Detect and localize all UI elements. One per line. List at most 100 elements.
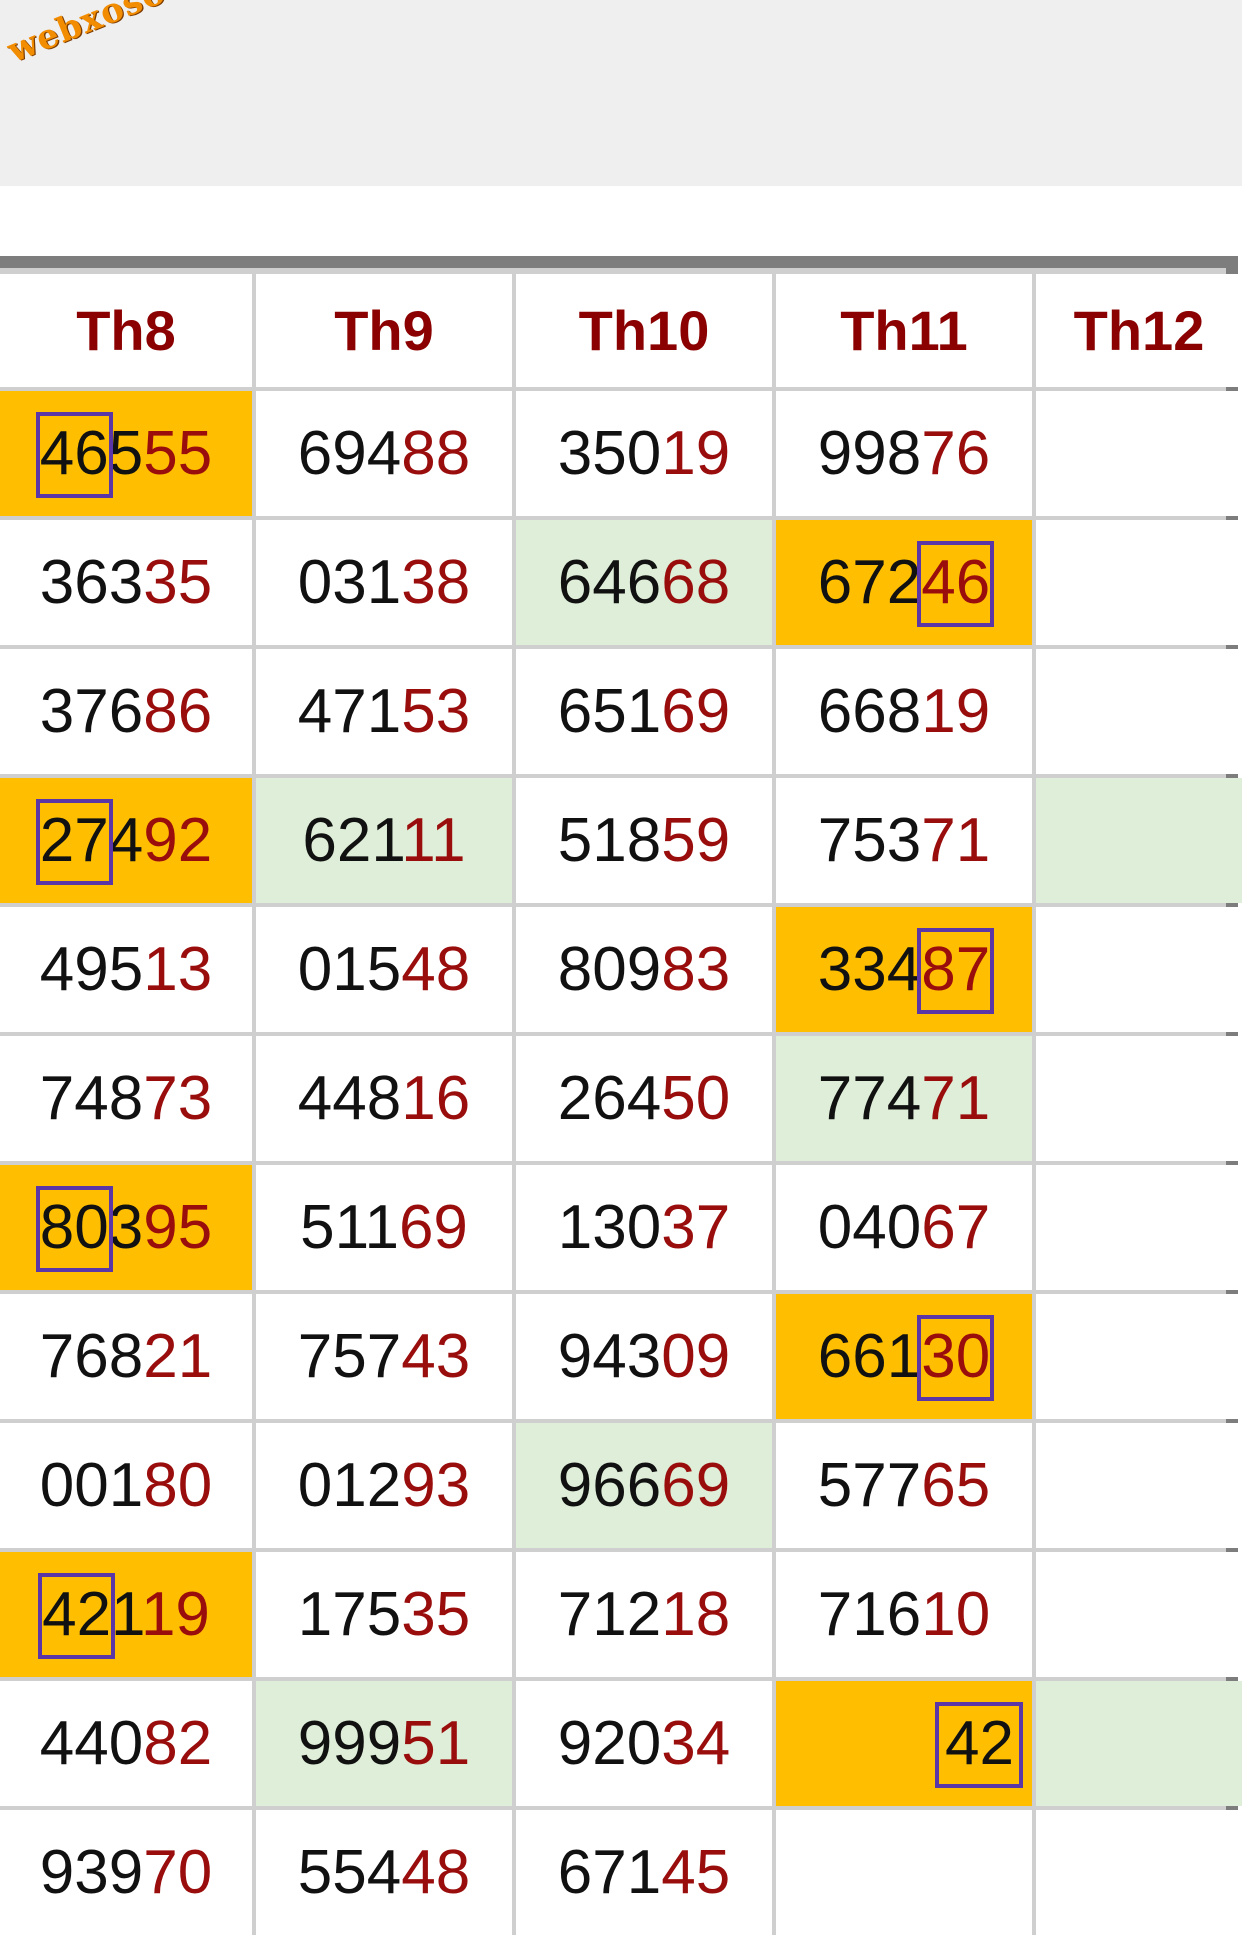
result-number: 80983 [558, 934, 730, 1005]
number-head: 966 [557, 1451, 662, 1520]
result-number: 51169 [300, 1192, 468, 1263]
number-head: 671 [557, 1838, 662, 1907]
highlight-box [917, 541, 995, 627]
top-banner: webxoso.net [0, 0, 1242, 186]
table-cell [1036, 1681, 1242, 1806]
result-number: 47153 [298, 676, 470, 747]
number-head: 943 [557, 1322, 662, 1391]
number-tail: 19 [140, 1580, 210, 1649]
highlight-box [38, 1573, 116, 1659]
number-tail: 69 [661, 677, 731, 746]
result-number: 36335 [40, 547, 212, 618]
result-number: 37686 [40, 676, 212, 747]
number-tail: 88 [401, 419, 471, 488]
number-tail: 95 [143, 1193, 213, 1262]
table-cell: 35019 [516, 391, 772, 516]
table-cell: 01293 [256, 1423, 512, 1548]
number-tail: 83 [661, 935, 731, 1004]
table-cell [1036, 1810, 1242, 1935]
number-head: 920 [557, 1709, 662, 1778]
result-number: 51859 [558, 805, 730, 876]
table-cell [1036, 1165, 1242, 1290]
table-cell: 51169 [256, 1165, 512, 1290]
table-cell: 51859 [516, 778, 772, 903]
result-number: 42119 [38, 1573, 210, 1659]
number-tail: 70 [143, 1838, 213, 1907]
table-cell: 49513 [0, 907, 252, 1032]
table-cell: 76821 [0, 1294, 252, 1419]
number-tail: 19 [921, 677, 991, 746]
table-cell: 75743 [256, 1294, 512, 1419]
number-tail: 51 [401, 1709, 471, 1778]
table-cell [1036, 1423, 1242, 1548]
number-tail: 37 [661, 1193, 731, 1262]
result-number: 65169 [558, 676, 730, 747]
table-cell: 26450 [516, 1036, 772, 1161]
result-number: 67246 [817, 541, 995, 627]
number-tail: 69 [398, 1193, 468, 1262]
table-cell: 77471 [776, 1036, 1032, 1161]
table-cell: 47153 [256, 649, 512, 774]
result-number: 71610 [818, 1579, 990, 1650]
result-number: 69488 [298, 418, 470, 489]
table-cell: 37686 [0, 649, 252, 774]
table-cell: 74873 [0, 1036, 252, 1161]
number-tail: 43 [401, 1322, 471, 1391]
column-header: Th11 [776, 274, 1032, 387]
result-number: 96669 [558, 1450, 730, 1521]
number-tail: 92 [143, 806, 213, 875]
result-number: 76821 [40, 1321, 212, 1392]
results-table-frame: Th8 Th9 Th10 Th11 Th12 46555 69488 35019 99876 36… [0, 256, 1242, 1935]
table-cell: 65169 [516, 649, 772, 774]
highlight-box [35, 1186, 113, 1272]
number-head: 809 [557, 935, 662, 1004]
number-tail: 71 [921, 1064, 991, 1133]
table-cell: 17535 [256, 1552, 512, 1677]
number-tail: 35 [401, 1580, 471, 1649]
table-cell: 42 [776, 1681, 1032, 1806]
result-number: 67145 [558, 1837, 730, 1908]
table-cell: 01548 [256, 907, 512, 1032]
table-cell: 36335 [0, 520, 252, 645]
result-number: 55448 [298, 1837, 470, 1908]
table-cell [1036, 649, 1242, 774]
table-cell: 04067 [776, 1165, 1032, 1290]
number-tail: 69 [661, 1451, 731, 1520]
table-cell: 94309 [516, 1294, 772, 1419]
table-cell: 44816 [256, 1036, 512, 1161]
number-head: 376 [39, 677, 144, 746]
number-tail: 55 [143, 419, 213, 488]
number-tail: 65 [921, 1451, 991, 1520]
number-head: 646 [557, 548, 662, 617]
number-head: 712 [557, 1580, 662, 1649]
number-head: 264 [557, 1064, 662, 1133]
table-cell: 57765 [776, 1423, 1032, 1548]
number-tail: 67 [921, 1193, 991, 1262]
number-tail: 82 [143, 1709, 213, 1778]
table-cell [776, 1810, 1032, 1935]
watermark-logo: webxoso.net [2, 0, 243, 72]
number-head: 757 [297, 1322, 402, 1391]
table-cell: 03138 [256, 520, 512, 645]
highlight-box [35, 799, 113, 885]
result-number: 77471 [818, 1063, 990, 1134]
number-tail: 48 [401, 1838, 471, 1907]
result-number: 75743 [298, 1321, 470, 1392]
result-number: 49513 [40, 934, 212, 1005]
result-number: 71218 [558, 1579, 730, 1650]
result-number: 92034 [558, 1708, 730, 1779]
table-cell: 71218 [516, 1552, 772, 1677]
result-number: 44816 [298, 1063, 470, 1134]
number-tail: 59 [661, 806, 731, 875]
number-head: 001 [39, 1451, 144, 1520]
result-number: 62111 [302, 805, 465, 876]
table-cell: 99876 [776, 391, 1032, 516]
number-tail: 71 [921, 806, 991, 875]
number-head: 495 [39, 935, 144, 1004]
result-number: 99951 [298, 1708, 470, 1779]
result-number: 27492 [35, 799, 213, 885]
result-number: 03138 [298, 547, 470, 618]
number-head: 672 [817, 548, 922, 617]
number-head: 716 [817, 1580, 922, 1649]
number-tail: 11 [401, 806, 466, 875]
